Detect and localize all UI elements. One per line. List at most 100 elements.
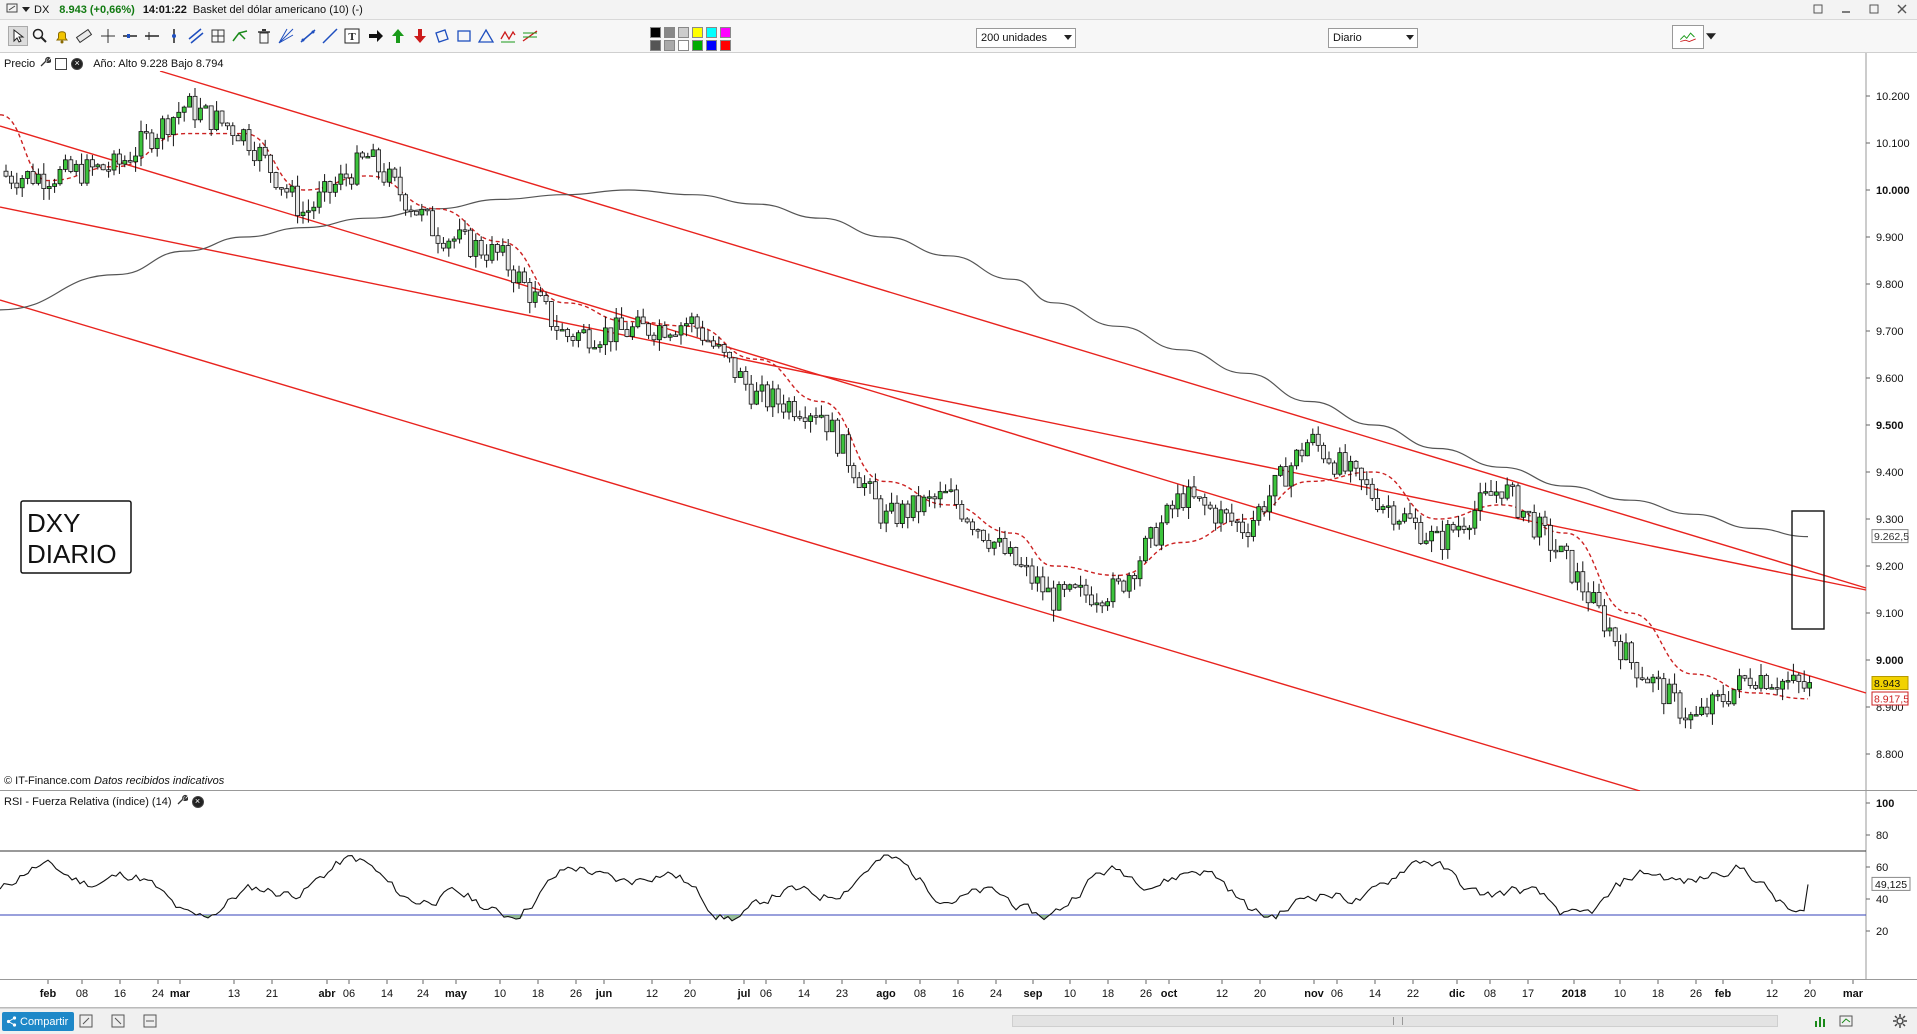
- color-swatch[interactable]: [706, 40, 717, 51]
- fit-icon[interactable]: [142, 1013, 158, 1029]
- units-select[interactable]: 200 unidades: [976, 28, 1076, 48]
- candle-up: [122, 160, 128, 165]
- price-tick-label: 9.200: [1876, 561, 1904, 573]
- close-icon[interactable]: ×: [191, 795, 204, 808]
- text-icon[interactable]: T: [342, 26, 362, 46]
- last-price-change: 8.943 (+0,66%): [59, 3, 135, 16]
- alert-icon[interactable]: [52, 26, 72, 46]
- candle-up: [1467, 527, 1472, 531]
- channel-line[interactable]: [159, 70, 1867, 589]
- settings-icon[interactable]: [1892, 1013, 1908, 1029]
- rsi-line[interactable]: [0, 854, 1809, 922]
- rsi-chart[interactable]: 100 80 60 40 20 49,125: [0, 791, 1917, 980]
- grid-icon[interactable]: [208, 26, 228, 46]
- arrow-up-icon[interactable]: [388, 26, 408, 46]
- arrow-down-icon[interactable]: [410, 26, 430, 46]
- candle-down: [1418, 522, 1424, 544]
- color-swatch[interactable]: [720, 40, 731, 51]
- color-swatch[interactable]: [720, 27, 731, 38]
- wrench-icon[interactable]: [39, 56, 52, 71]
- candle-up: [1294, 449, 1299, 467]
- channel-tool-icon[interactable]: [186, 26, 206, 46]
- price-tick-label: 10.000: [1876, 185, 1910, 197]
- share-button[interactable]: Compartir: [2, 1012, 75, 1031]
- period-select[interactable]: Diario: [1328, 28, 1418, 48]
- cursor-icon[interactable]: [8, 26, 28, 46]
- minimize-icon[interactable]: [1839, 2, 1853, 16]
- candle-down: [494, 244, 500, 253]
- line-tool-icon[interactable]: [120, 26, 140, 46]
- rectangle-icon[interactable]: [454, 26, 474, 46]
- pitchfork-icon[interactable]: [230, 26, 250, 46]
- candle-down: [1747, 677, 1753, 686]
- horizontal-line-icon[interactable]: [142, 26, 162, 46]
- candle-down: [1375, 497, 1380, 510]
- color-swatch[interactable]: [706, 27, 717, 38]
- color-swatch[interactable]: [692, 40, 703, 51]
- close-icon[interactable]: [1895, 2, 1909, 16]
- color-swatch[interactable]: [664, 40, 675, 51]
- trash-icon[interactable]: [254, 26, 274, 46]
- trend-tool-icon[interactable]: [298, 26, 318, 46]
- candle-up: [365, 156, 371, 159]
- line-extended-icon[interactable]: [320, 26, 340, 46]
- color-swatch[interactable]: [664, 27, 675, 38]
- scrollbar-thumb[interactable]: [1393, 1017, 1403, 1025]
- candle-down: [624, 329, 630, 337]
- wrench-icon[interactable]: [176, 794, 189, 809]
- horizontal-scrollbar[interactable]: [1012, 1015, 1778, 1027]
- channel-line[interactable]: [0, 299, 1641, 791]
- candle-down: [343, 173, 349, 179]
- chevron-down-icon[interactable]: [1706, 32, 1716, 42]
- channel-line[interactable]: [0, 125, 1867, 694]
- time-tick-label: ago: [876, 988, 896, 1000]
- color-swatch[interactable]: [678, 27, 689, 38]
- color-swatch[interactable]: [692, 27, 703, 38]
- color-swatch[interactable]: [650, 40, 661, 51]
- restore-icon[interactable]: [1811, 2, 1825, 16]
- wave-icon[interactable]: [498, 26, 518, 46]
- time-tick-label: 12: [1216, 988, 1228, 1000]
- candle-up: [332, 183, 338, 193]
- candle-up: [1159, 522, 1164, 546]
- candle-down: [1029, 565, 1035, 584]
- arrow-right-icon[interactable]: [366, 26, 386, 46]
- zoom-icon[interactable]: [30, 26, 50, 46]
- candle-up: [1607, 627, 1613, 632]
- candle-up: [862, 483, 867, 489]
- candle-down: [1089, 594, 1094, 606]
- rsi-panel[interactable]: 100 80 60 40 20 49,125 RSI - Fuerza Relativa …: [0, 791, 1917, 980]
- candle-down: [1391, 505, 1397, 525]
- zoom-in-icon[interactable]: [78, 1013, 94, 1029]
- candle-down: [975, 529, 981, 532]
- candle-up: [1769, 687, 1775, 690]
- ruler-icon[interactable]: [74, 26, 94, 46]
- symbol-dropdown[interactable]: DX: [22, 4, 49, 16]
- vertical-line-icon[interactable]: [164, 26, 184, 46]
- price-chart[interactable]: 10.200 10.100 10.000 9.900 9.800 9.700 9.600 9.…: [0, 53, 1917, 791]
- crosshair-icon[interactable]: [98, 26, 118, 46]
- time-tick-label: 12: [646, 988, 658, 1000]
- fan-icon[interactable]: [276, 26, 296, 46]
- shape-icon[interactable]: [432, 26, 452, 46]
- compare-icon[interactable]: [1838, 1013, 1854, 1029]
- chart-type-icon[interactable]: [1672, 25, 1704, 49]
- short-moving-average-line[interactable]: [0, 114, 1809, 700]
- maximize-icon[interactable]: [1867, 2, 1881, 16]
- zoom-out-icon[interactable]: [110, 1013, 126, 1029]
- channel-line[interactable]: [0, 206, 1867, 591]
- rsi-legend-label: RSI - Fuerza Relativa (índice) (14): [4, 795, 172, 808]
- bar-chart-icon[interactable]: [1812, 1013, 1828, 1029]
- color-swatch[interactable]: [678, 40, 689, 51]
- candle-up: [592, 347, 597, 350]
- candle-down: [619, 317, 624, 330]
- window-icon[interactable]: [55, 57, 68, 70]
- candle-down: [381, 171, 387, 183]
- price-panel[interactable]: 10.200 10.100 10.000 9.900 9.800 9.700 9.600 9.…: [0, 53, 1917, 791]
- close-icon[interactable]: ×: [71, 57, 84, 70]
- fibonacci-icon[interactable]: [520, 26, 540, 46]
- triangle-icon[interactable]: [476, 26, 496, 46]
- candle-down: [1153, 527, 1159, 546]
- color-swatch[interactable]: [650, 27, 661, 38]
- candle-down: [1634, 662, 1640, 679]
